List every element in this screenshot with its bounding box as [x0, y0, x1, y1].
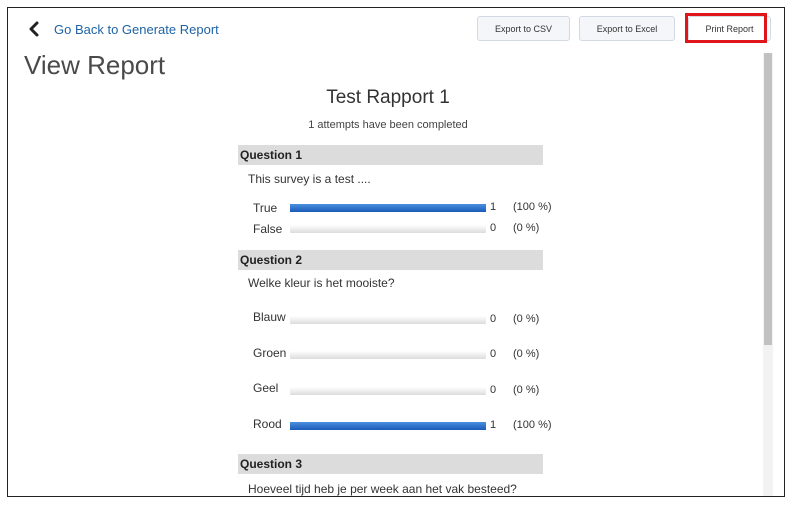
answer-count: 1: [490, 419, 497, 431]
attempts-summary: 1 attempts have been completed: [308, 119, 468, 131]
answer-bar-track: [290, 316, 486, 324]
question-1-text: This survey is a test ....: [248, 172, 371, 186]
answer-count: 1: [490, 201, 497, 213]
answer-count: 0: [490, 313, 497, 325]
answer-percent: (0 %): [513, 348, 540, 360]
scrollbar-thumb[interactable]: [764, 53, 772, 345]
answer-label: Groen: [253, 346, 287, 360]
answer-percent: (0 %): [513, 384, 540, 396]
report-view-frame: Go Back to Generate Report Export to CSV…: [7, 7, 785, 497]
chevron-left-icon: [29, 21, 39, 37]
print-report-button[interactable]: Print Report: [688, 16, 771, 41]
answer-count: 0: [490, 222, 497, 234]
answer-count: 0: [490, 348, 497, 360]
answer-percent: (0 %): [513, 313, 540, 325]
back-link-label: Go Back to Generate Report: [54, 21, 219, 37]
answer-label: Rood: [253, 417, 282, 431]
answer-percent: (100 %): [513, 201, 552, 213]
answer-label: Blauw: [253, 310, 286, 324]
question-1-header: Question 1: [238, 145, 543, 165]
answer-label: Geel: [253, 381, 279, 395]
vertical-scrollbar[interactable]: [763, 53, 773, 496]
answer-label: False: [253, 222, 283, 236]
question-2-header: Question 2: [238, 250, 543, 270]
back-to-generate-report-link[interactable]: Go Back to Generate Report: [26, 21, 219, 37]
answer-bar-fill: [290, 204, 486, 212]
answer-bar-track: [290, 351, 486, 359]
export-csv-button[interactable]: Export to CSV: [477, 16, 570, 41]
answer-percent: (100 %): [513, 419, 552, 431]
answer-percent: (0 %): [513, 222, 540, 234]
answer-bar-track: [290, 204, 486, 212]
answer-label: True: [253, 201, 278, 215]
answer-bar-track: [290, 387, 486, 395]
answer-bar-track: [290, 225, 486, 233]
answer-count: 0: [490, 384, 497, 396]
export-excel-button[interactable]: Export to Excel: [579, 16, 675, 41]
answer-bar-track: [290, 422, 486, 430]
answer-bar-fill: [290, 422, 486, 430]
question-3-text: Hoeveel tijd heb je per week aan het vak…: [248, 482, 517, 496]
question-3-header: Question 3: [238, 454, 543, 474]
question-2-text: Welke kleur is het mooiste?: [248, 276, 395, 290]
report-title: Test Rapport 1: [326, 87, 450, 108]
page-title: View Report: [24, 50, 166, 80]
